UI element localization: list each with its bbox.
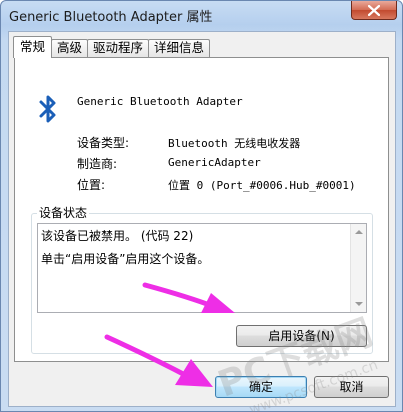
device-type-label: 设备类型: xyxy=(77,136,130,150)
ok-button[interactable]: 确定 xyxy=(215,376,307,398)
manufacturer-label: 制造商: xyxy=(77,157,118,171)
window-title: Generic Bluetooth Adapter 属性 xyxy=(9,10,213,25)
scroll-down-arrow-icon[interactable] xyxy=(355,302,363,306)
location-value: 位置 0 (Port_#0006.Hub_#0001) xyxy=(168,179,356,192)
tab-strip: 常规 高级 驱动程序 详细信息 xyxy=(13,36,211,58)
tab-general[interactable]: 常规 xyxy=(13,36,53,58)
tab-details[interactable]: 详细信息 xyxy=(148,39,211,57)
device-type-value: Bluetooth 无线电收发器 xyxy=(168,137,301,150)
close-icon xyxy=(368,4,380,16)
manufacturer-value: GenericAdapter xyxy=(168,156,261,169)
enable-device-button[interactable]: 启用设备(N) xyxy=(236,325,367,347)
device-name: Generic Bluetooth Adapter xyxy=(77,95,243,108)
general-tab-panel: Generic Bluetooth Adapter 设备类型: Bluetoot… xyxy=(14,57,389,362)
bluetooth-icon xyxy=(39,95,56,123)
location-label: 位置: xyxy=(77,178,106,192)
title-bar[interactable]: Generic Bluetooth Adapter 属性 xyxy=(1,1,402,29)
tab-advanced[interactable]: 高级 xyxy=(51,39,89,57)
close-button[interactable] xyxy=(351,1,397,20)
cancel-button[interactable]: 取消 xyxy=(314,376,389,398)
device-status-label: 设备状态 xyxy=(37,204,90,221)
status-line-hint: 单击“启用设备”启用这个设备。 xyxy=(41,252,210,266)
tab-driver[interactable]: 驱动程序 xyxy=(87,39,150,57)
scroll-up-arrow-icon[interactable] xyxy=(355,230,363,234)
properties-window: Generic Bluetooth Adapter 属性 常规 高级 驱动程序 … xyxy=(0,0,403,412)
device-status-textbox[interactable]: 该设备已被禁用。 (代码 22) 单击“启用设备”启用这个设备。 xyxy=(37,223,367,313)
status-line-disabled: 该设备已被禁用。 (代码 22) xyxy=(41,229,194,243)
dialog-client-area: 常规 高级 驱动程序 详细信息 Generic Bluetooth Adapte… xyxy=(8,31,396,407)
status-scrollbar[interactable] xyxy=(350,224,366,312)
